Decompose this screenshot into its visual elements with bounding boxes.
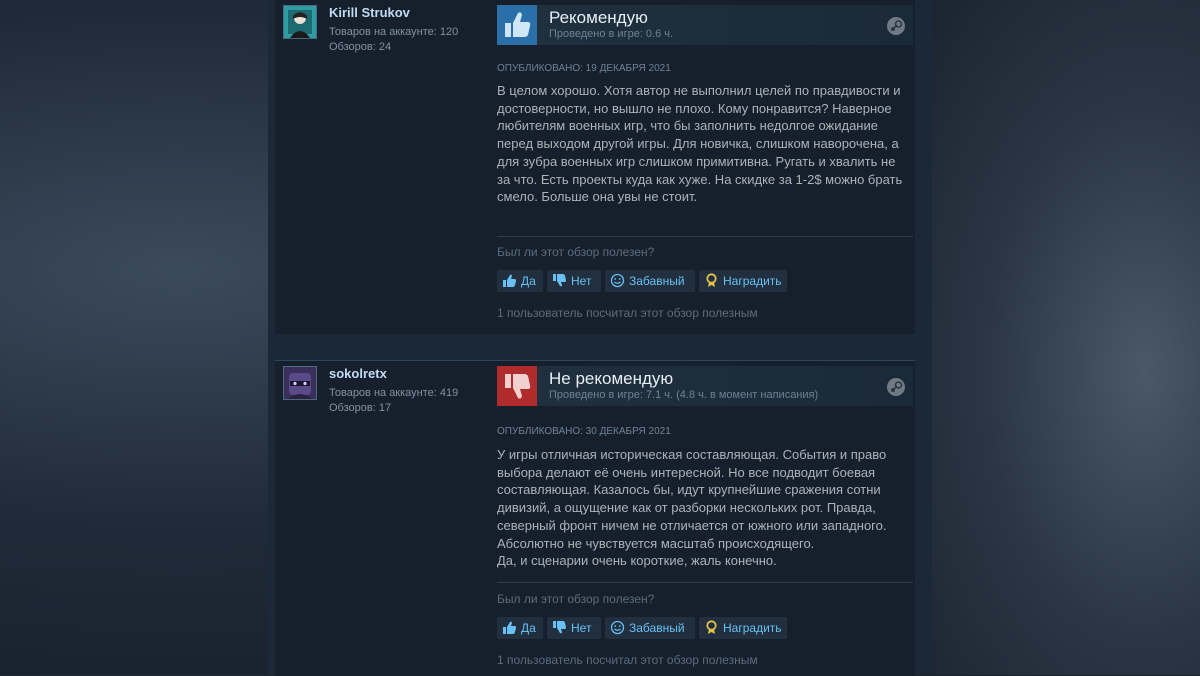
smiley-icon (610, 620, 625, 635)
review-paragraph: Да, и сценарии очень короткие, жаль коне… (497, 553, 777, 569)
vote-header[interactable]: Рекомендую Проведено в игре: 0.6 ч. (497, 5, 913, 45)
vote-yes-label: Да (521, 274, 536, 288)
vote-funny-button[interactable]: Забавный (605, 617, 695, 639)
vote-no-button[interactable]: Нет (547, 617, 601, 639)
award-icon (706, 273, 717, 287)
hours-played: Проведено в игре: 7.1 ч. (4.8 ч. в момен… (549, 389, 819, 401)
divider (497, 582, 913, 583)
award-button[interactable]: Наградить (699, 270, 787, 292)
thumbs-up-icon (503, 274, 516, 287)
divider (497, 236, 913, 237)
hours-played: Проведено в игре: 0.6 ч. (549, 28, 674, 40)
review-card: Kirill Strukov Товаров на аккаунте: 120 … (275, 0, 915, 334)
smiley-icon (610, 273, 625, 288)
review-paragraph: В целом хорошо. Хотя автор не выполнил ц… (497, 83, 903, 205)
review-card: sokolretx Товаров на аккаунте: 419 Обзор… (275, 360, 915, 676)
author-reviews-count[interactable]: Обзоров: 24 (329, 41, 391, 53)
review-text: В целом хорошо. Хотя автор не выполнил ц… (497, 82, 907, 206)
vote-yes-button[interactable]: Да (497, 270, 543, 292)
award-icon (706, 620, 717, 634)
award-label: Наградить (723, 274, 782, 288)
vote-header[interactable]: Не рекомендую Проведено в игре: 7.1 ч. (… (497, 366, 913, 406)
thumbs-down-icon (553, 621, 566, 634)
award-label: Наградить (723, 621, 782, 635)
vote-no-label: Нет (571, 621, 592, 635)
author-reviews-count[interactable]: Обзоров: 17 (329, 402, 391, 414)
avatar[interactable] (283, 5, 317, 39)
author-name[interactable]: sokolretx (329, 366, 387, 381)
vote-verdict: Рекомендую (549, 8, 648, 27)
author-products-count[interactable]: Товаров на аккаунте: 419 (329, 387, 458, 399)
author-products-count[interactable]: Товаров на аккаунте: 120 (329, 26, 458, 38)
steam-icon (887, 17, 905, 35)
vote-yes-label: Да (521, 621, 536, 635)
helpful-question: Был ли этот обзор полезен? (497, 592, 655, 606)
avatar[interactable] (283, 366, 317, 400)
vote-verdict: Не рекомендую (549, 369, 674, 388)
thumbs-up-icon (497, 5, 537, 45)
thumbs-down-icon (553, 274, 566, 287)
background-right (920, 0, 1200, 675)
vote-funny-button[interactable]: Забавный (605, 270, 695, 292)
vote-funny-label: Забавный (629, 621, 685, 635)
helpful-count: 1 пользователь посчитал этот обзор полез… (497, 306, 758, 320)
steam-icon (887, 378, 905, 396)
thumbs-down-icon (497, 366, 537, 406)
helpful-count: 1 пользователь посчитал этот обзор полез… (497, 653, 758, 667)
vote-no-button[interactable]: Нет (547, 270, 601, 292)
vote-no-label: Нет (571, 274, 592, 288)
vote-yes-button[interactable]: Да (497, 617, 543, 639)
thumbs-up-icon (503, 621, 516, 634)
vote-funny-label: Забавный (629, 274, 685, 288)
award-button[interactable]: Наградить (699, 617, 787, 639)
posted-date: ОПУБЛИКОВАНО: 30 ДЕКАБРЯ 2021 (497, 426, 671, 437)
review-paragraph: У игры отличная историческая составляюща… (497, 447, 887, 551)
author-name[interactable]: Kirill Strukov (329, 5, 410, 20)
review-text: У игры отличная историческая составляюща… (497, 446, 907, 570)
posted-date: ОПУБЛИКОВАНО: 19 ДЕКАБРЯ 2021 (497, 63, 671, 74)
reviews-column: Kirill Strukov Товаров на аккаунте: 120 … (268, 0, 932, 676)
helpful-question: Был ли этот обзор полезен? (497, 245, 655, 259)
